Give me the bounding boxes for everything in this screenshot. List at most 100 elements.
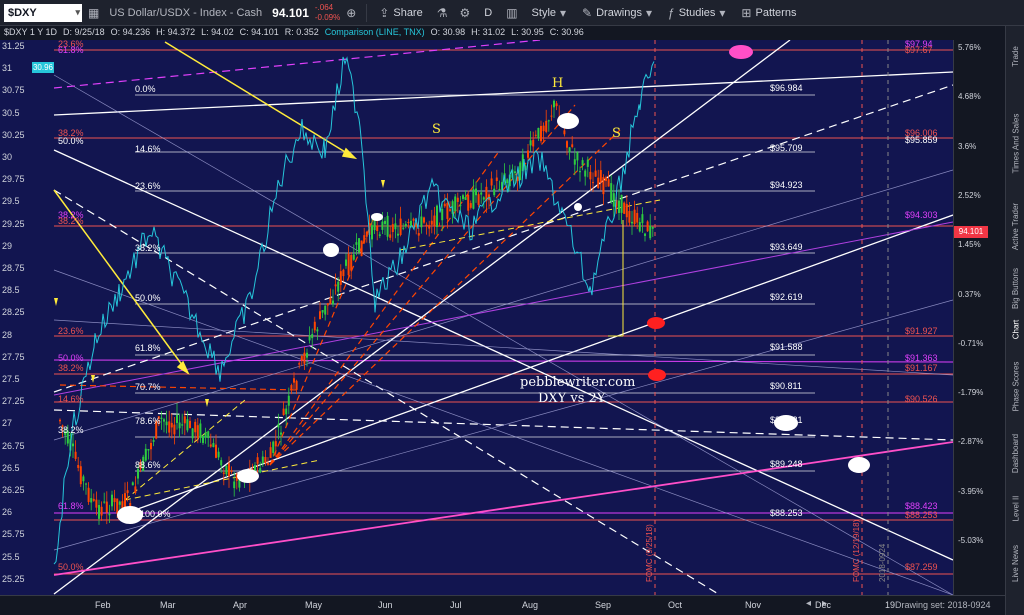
right-price-axis[interactable]: 94.101 5.76% 4.68% 3.6% 2.52% 1.45% 0.37% -0.7…: [953, 40, 1005, 595]
candle-body: [425, 224, 428, 226]
time-axis-tick: Feb: [95, 600, 111, 610]
side-panel-tabs: Trade Times And Sales Active Trader Big But…: [1005, 26, 1024, 615]
candle-body: [480, 192, 483, 195]
chart-canvas[interactable]: 0.0% 14.6% 23.6% 38.2% 50.0% 61.8% 70.7%…: [0, 40, 953, 595]
candle-body: [407, 222, 410, 224]
candle-body: [399, 218, 402, 235]
side-tab-trade[interactable]: Trade: [1007, 36, 1024, 76]
candle-body: [584, 170, 587, 177]
candle-body: [428, 225, 431, 229]
candle-body: [228, 463, 230, 477]
outer-price-4: $91.927: [905, 326, 938, 336]
candle-body: [126, 490, 129, 494]
symbol-dropdown-icon[interactable]: ▾: [75, 7, 80, 18]
candle-body: [332, 300, 334, 305]
candle-body: [438, 225, 441, 227]
left-axis-tick: 31: [2, 63, 13, 74]
change-value: -.064: [314, 2, 334, 12]
side-tab-chart[interactable]: Chart: [1007, 314, 1024, 344]
time-axis-tick: 19: [885, 600, 896, 610]
left-axis-tick: 26.75: [2, 440, 25, 451]
candle-body: [173, 424, 176, 435]
candle-body: [467, 194, 470, 211]
candle-body: [225, 465, 228, 475]
side-tab-label: Chart: [1011, 319, 1020, 339]
candle-body: [394, 223, 397, 230]
candle-body: [589, 171, 592, 180]
left-axis-tick: 26: [2, 507, 13, 518]
candle-body: [199, 423, 202, 438]
right-axis-tick: -0.71%: [958, 338, 984, 348]
candle-body: [566, 141, 568, 148]
candle-body: [189, 420, 191, 429]
candle-body: [196, 425, 199, 439]
side-tab-active-trader[interactable]: Active Trader: [1007, 191, 1024, 261]
info-range: R: 0.352: [284, 27, 319, 37]
watermark-line-2: DXY vs 2Y: [538, 391, 606, 406]
plus-icon[interactable]: ⊕: [340, 6, 362, 20]
patterns-button[interactable]: ⊞ Patterns: [733, 6, 804, 20]
down-arrow-4: [54, 298, 58, 306]
left-axis-tick: 31.25: [2, 41, 25, 51]
grid-icon[interactable]: ▦: [82, 6, 105, 20]
target-marker-dec: [848, 457, 870, 473]
right-axis-tick: -5.03%: [958, 536, 984, 545]
fib-label-0: 0.0%: [135, 84, 156, 94]
candle-body: [116, 498, 119, 514]
candle-body: [490, 178, 493, 186]
left-price-axis[interactable]: 31.25 31 30.75 30.5 30.25 30 29.75 29.5 29.25 29 2…: [0, 40, 54, 595]
outer-pct-3b: 38.2%: [58, 216, 84, 226]
fib-price-100: $88.253: [770, 508, 803, 518]
info-date: D: 9/25/18: [63, 27, 105, 37]
bars-icon[interactable]: ▥: [500, 6, 523, 20]
fib-label-382: 38.2%: [135, 243, 161, 253]
last-price: 94.101: [272, 5, 309, 20]
candle-body: [92, 498, 95, 501]
outer-price-3: $94.303: [905, 210, 938, 220]
time-axis[interactable]: ◂ ▸ Drawing set: 2018-0924 Feb Mar Apr May J…: [0, 595, 1005, 615]
candle-body: [282, 408, 285, 416]
target-marker-top: [729, 45, 753, 59]
scroll-left-icon[interactable]: ◂: [806, 598, 811, 609]
studies-button[interactable]: ƒ Studies ▾: [660, 6, 733, 20]
side-tab-big-buttons[interactable]: Big Buttons: [1007, 266, 1024, 311]
candle-body: [475, 188, 477, 196]
candle-body: [150, 442, 152, 450]
side-tab-label: Trade: [1011, 45, 1021, 67]
candle-body: [378, 234, 381, 236]
settings-icon[interactable]: ⚙: [453, 6, 476, 20]
flask-icon[interactable]: ⚗: [431, 6, 454, 20]
side-tab-level-ii[interactable]: Level II: [1007, 488, 1024, 528]
fib-price-50: $92.619: [770, 292, 803, 302]
symbol-input[interactable]: $DXY ▾: [4, 3, 82, 22]
left-axis-tick: 30.75: [2, 85, 25, 96]
candle-body: [163, 419, 165, 422]
style-button[interactable]: Style ▾: [524, 6, 575, 20]
outer-price-5b: $91.167: [905, 363, 938, 373]
side-tab-times-and-sales[interactable]: Times And Sales: [1007, 106, 1024, 181]
candle-body: [111, 494, 113, 507]
candle-body: [308, 335, 311, 341]
drawings-button[interactable]: ✎ Drawings ▾: [574, 6, 660, 20]
thin-line-5: [53, 319, 953, 376]
candle-body: [355, 242, 358, 245]
candle-body: [215, 444, 217, 458]
side-tab-phase-scores[interactable]: Phase Scores: [1007, 351, 1024, 421]
candle-body: [124, 493, 126, 508]
fomc-label-1: FOMC (9/25/18): [645, 524, 654, 582]
info-comparison: Comparison (LINE, TNX): [324, 27, 425, 37]
symbol-value: $DXY: [8, 6, 37, 19]
candle-body: [397, 233, 399, 236]
interval-button[interactable]: D: [476, 7, 500, 19]
red-marker-2: [648, 369, 666, 381]
candle-body: [386, 215, 389, 237]
pivot-marker-may: [323, 243, 339, 257]
candle-body: [113, 498, 116, 503]
drawing-set-label: Drawing set: 2018-0924: [895, 600, 991, 610]
share-button[interactable]: ⇪ Share: [371, 6, 430, 20]
candle-body: [319, 311, 321, 319]
side-tab-dashboard[interactable]: Dashboard: [1007, 426, 1024, 481]
left-axis-tick: 30: [2, 152, 13, 162]
chevron-down-icon: ▾: [645, 5, 652, 20]
side-tab-live-news[interactable]: Live News: [1007, 536, 1024, 591]
